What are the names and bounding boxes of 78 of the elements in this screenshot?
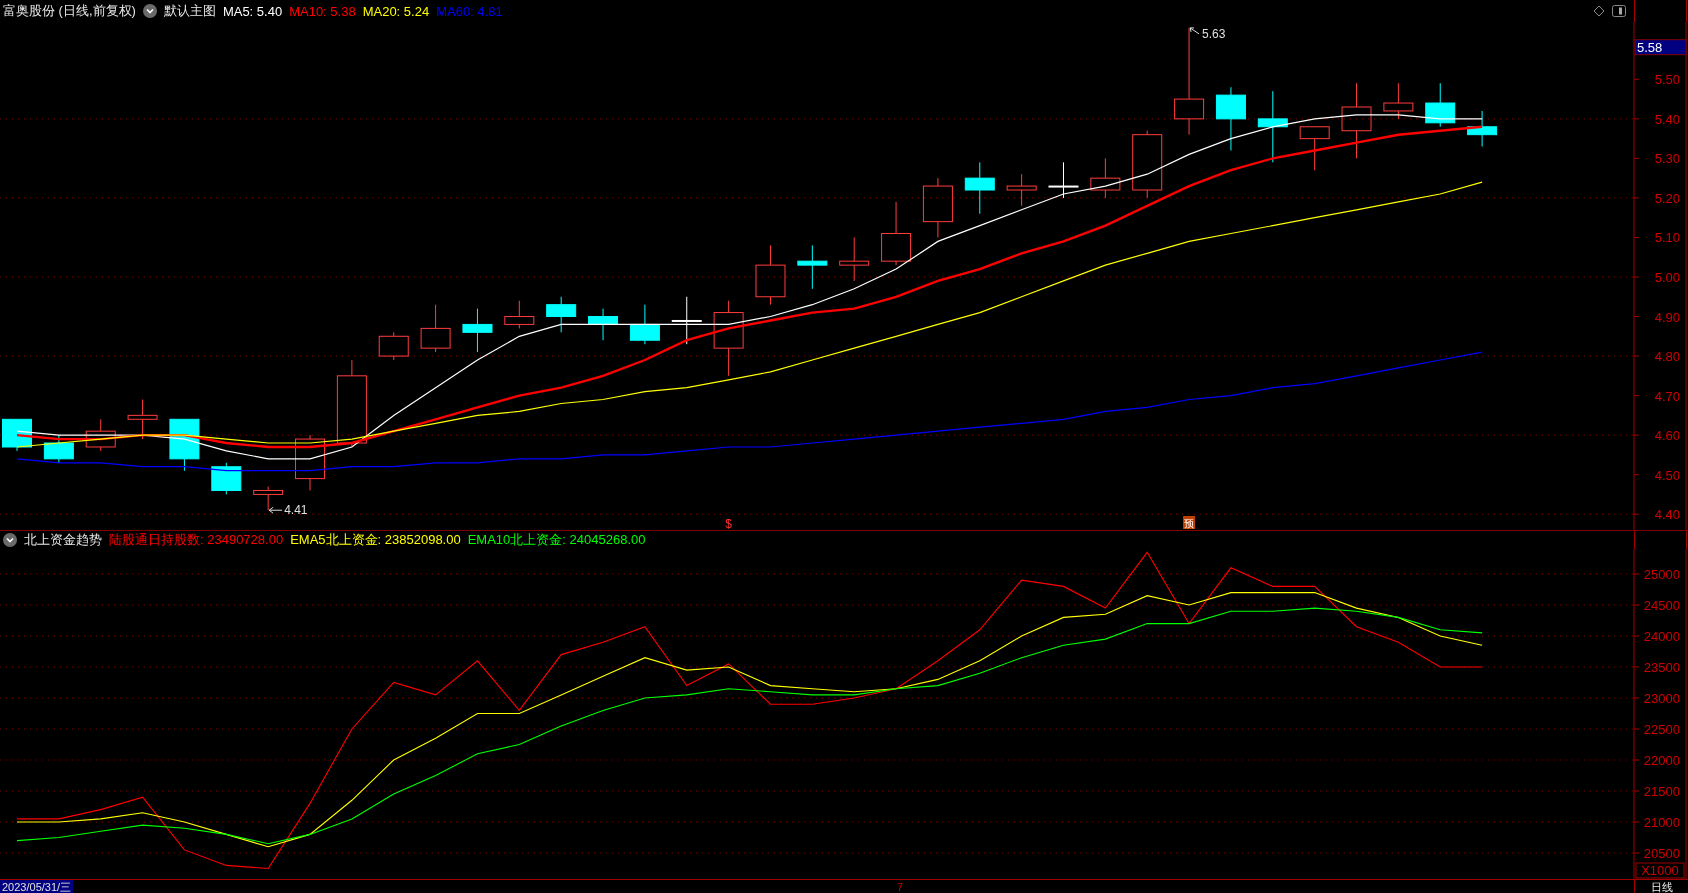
legend-label: EMA10北上资金: 24045268.00 [467, 531, 646, 549]
axis-label: 23500 [1643, 660, 1680, 675]
axis-label: 5.50 [1654, 72, 1680, 88]
candlestick [378, 331, 409, 361]
toggle-icon[interactable] [1612, 5, 1626, 17]
axis-label: 21000 [1643, 815, 1680, 830]
axis-label: 25000 [1643, 567, 1680, 582]
candlestick [420, 304, 451, 353]
axis-label: 4.40 [1654, 507, 1680, 523]
axis-label: 5.40 [1654, 111, 1680, 127]
candlestick [1006, 173, 1037, 207]
axis-label: 4.50 [1654, 467, 1680, 483]
legend-label: MA10: 5.38 [289, 3, 356, 19]
legend-label: EMA5北上资金: 23852098.00 [290, 531, 461, 549]
candlestick [588, 308, 619, 341]
candlestick [839, 236, 870, 282]
stock-title: 富奥股份 (日线,前复权) [3, 2, 136, 20]
axis-label: 5.30 [1654, 151, 1680, 167]
candlestick [1132, 130, 1163, 199]
candlestick [629, 304, 660, 345]
candlestick [797, 244, 828, 290]
candlestick [1383, 82, 1414, 120]
candlestick [169, 418, 200, 472]
axis-label: 22500 [1643, 722, 1680, 737]
axis-label: 21500 [1643, 784, 1680, 799]
chevron-down-icon[interactable] [142, 4, 157, 18]
price-annotation: 5.63 [1202, 26, 1226, 41]
leader-arrow [268, 506, 283, 514]
candlestick [1425, 82, 1456, 128]
candlestick [253, 486, 284, 511]
axis-label: 24000 [1643, 629, 1680, 644]
candlestick [671, 296, 702, 345]
leader-arrow [1189, 27, 1200, 35]
candlestick [211, 462, 242, 495]
axis-label: 5.10 [1654, 230, 1680, 246]
axis-label: 20500 [1643, 846, 1680, 861]
candlestick [1467, 110, 1498, 148]
unit-label: X1000 [1635, 862, 1685, 879]
candlestick [1048, 161, 1079, 199]
axis-label: 22000 [1643, 753, 1680, 768]
legend-label: MA20: 5.24 [362, 3, 430, 19]
period-label[interactable]: 日线 [1650, 880, 1673, 893]
candlestick [964, 161, 995, 215]
chevron-down-icon[interactable] [3, 533, 17, 547]
month-label: 7 [897, 880, 904, 893]
axis-label: 4.70 [1654, 388, 1680, 404]
candlestick [462, 308, 493, 353]
diamond-icon[interactable] [1593, 5, 1605, 17]
axis-label: 24500 [1643, 598, 1680, 613]
legend-label: MA60: 4.81 [436, 3, 503, 19]
legend-label: 陆股通日持股数: 23490728.00 [109, 531, 284, 549]
forecast-marker[interactable]: 预 [1183, 516, 1196, 529]
candlestick [504, 300, 535, 329]
candlestick [922, 177, 953, 238]
candlestick [1090, 157, 1121, 199]
candlestick [295, 434, 325, 491]
candlestick [85, 418, 116, 452]
axis-label: 4.60 [1654, 428, 1680, 444]
date-label: 2023/05/31/三 [0, 880, 74, 893]
axis-label: 5.20 [1654, 190, 1680, 206]
axis-label: 5.00 [1654, 270, 1680, 285]
dividend-marker[interactable]: $ [725, 517, 732, 530]
indicator-title[interactable]: 北上资金趋势 [24, 531, 102, 549]
candlestick [546, 296, 577, 333]
candlestick [2, 418, 32, 452]
candlestick [1215, 86, 1246, 151]
axis-label: 4.80 [1654, 349, 1680, 365]
axis-label: 4.90 [1654, 309, 1680, 325]
current-price-tag: 5.58 [1634, 39, 1687, 56]
template-name[interactable]: 默认主图 [163, 2, 216, 20]
candlestick [881, 201, 912, 266]
candlestick [43, 434, 74, 464]
candlestick [127, 399, 158, 440]
candlestick [755, 244, 786, 306]
axis-label: 23000 [1643, 691, 1680, 706]
price-annotation: 4.41 [284, 503, 308, 518]
candlestick [1299, 126, 1330, 171]
legend-label: MA5: 5.40 [222, 3, 283, 19]
